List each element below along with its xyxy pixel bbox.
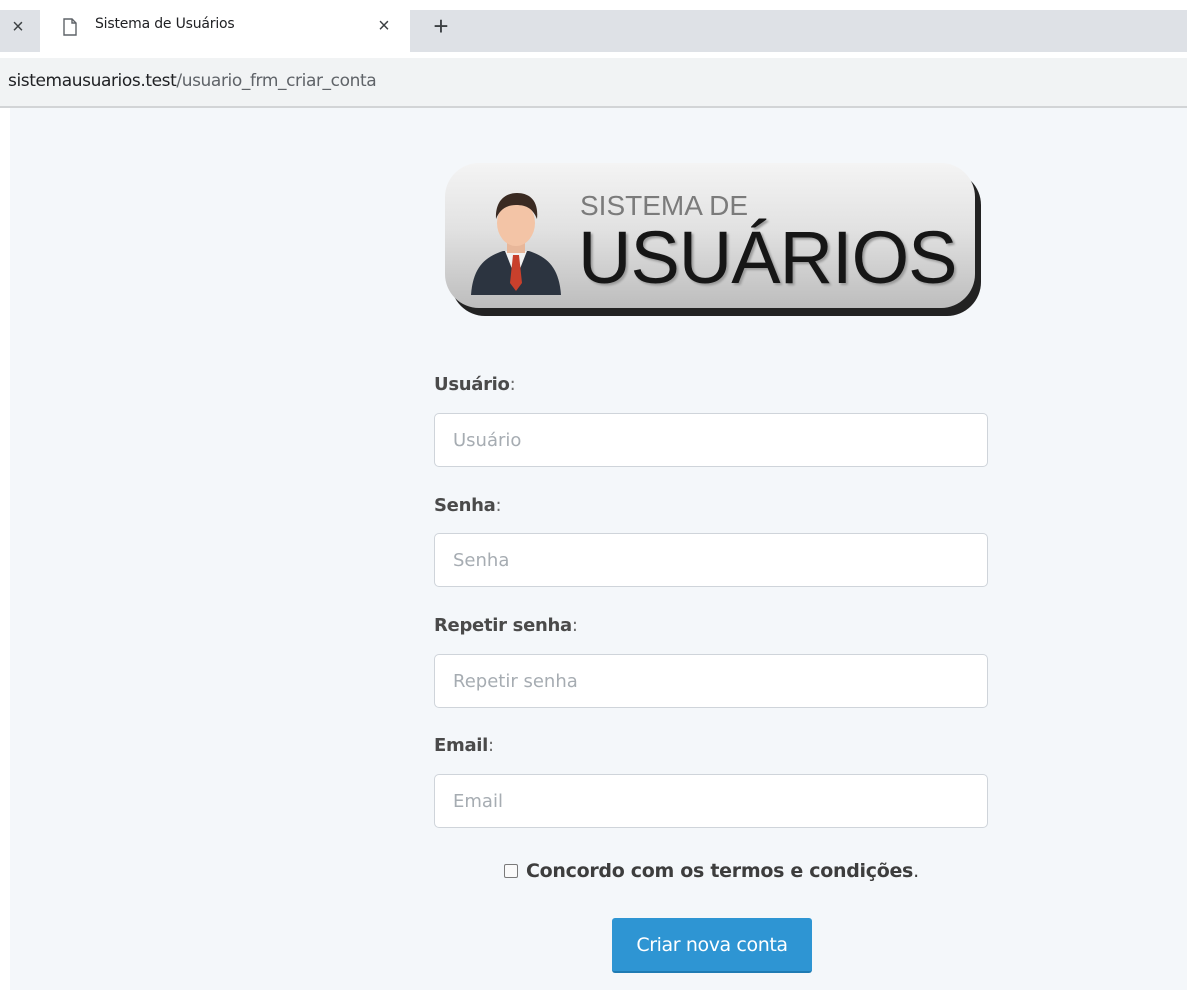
username-input[interactable] <box>434 413 988 467</box>
password-label: Senha: <box>434 495 502 516</box>
page-content: SISTEMA DE USUÁRIOS Usuário: Senha: Repe… <box>10 108 1187 990</box>
username-label-text: Usuário <box>434 374 510 395</box>
email-input[interactable] <box>434 774 988 828</box>
create-account-button[interactable]: Criar nova conta <box>612 918 812 973</box>
email-label: Email: <box>434 735 494 756</box>
email-label-text: Email <box>434 735 489 756</box>
password-label-text: Senha <box>434 495 496 516</box>
logo: SISTEMA DE USUÁRIOS <box>445 163 985 318</box>
url-text[interactable]: sistemausuarios.test/usuario_frm_criar_c… <box>8 71 377 91</box>
logo-text-big: USUÁRIOS <box>578 216 958 299</box>
url-host: sistemausuarios.test <box>8 71 177 91</box>
new-tab-plus-icon[interactable]: + <box>428 10 454 42</box>
close-icon[interactable]: × <box>8 14 28 40</box>
tab-close-icon[interactable]: × <box>373 13 395 39</box>
logo-plate: SISTEMA DE USUÁRIOS <box>445 163 975 308</box>
tab-title: Sistema de Usuários <box>95 16 235 32</box>
repeat-password-input[interactable] <box>434 654 988 708</box>
user-icon <box>471 193 561 295</box>
terms-label-dot: . <box>913 860 919 882</box>
repeat-password-label: Repetir senha: <box>434 615 578 636</box>
label-colon: : <box>495 495 502 516</box>
repeat-password-label-text: Repetir senha <box>434 615 572 636</box>
url-path: /usuario_frm_criar_conta <box>176 71 377 91</box>
address-bar[interactable]: sistemausuarios.test/usuario_frm_criar_c… <box>0 58 1187 108</box>
browser-tabstrip: × Sistema de Usuários × + <box>0 0 1187 55</box>
label-colon: : <box>488 735 494 756</box>
terms-label[interactable]: Concordo com os termos e condições. <box>526 860 919 882</box>
terms-row[interactable]: Concordo com os termos e condições. <box>504 858 984 884</box>
terms-checkbox[interactable] <box>504 864 518 878</box>
document-icon <box>63 18 77 36</box>
label-colon: : <box>509 374 516 395</box>
browser-tab-active[interactable]: Sistema de Usuários × <box>40 0 410 55</box>
label-colon: : <box>571 615 578 636</box>
terms-label-text: Concordo com os termos e condições <box>526 860 914 882</box>
username-label: Usuário: <box>434 374 516 395</box>
password-input[interactable] <box>434 533 988 587</box>
